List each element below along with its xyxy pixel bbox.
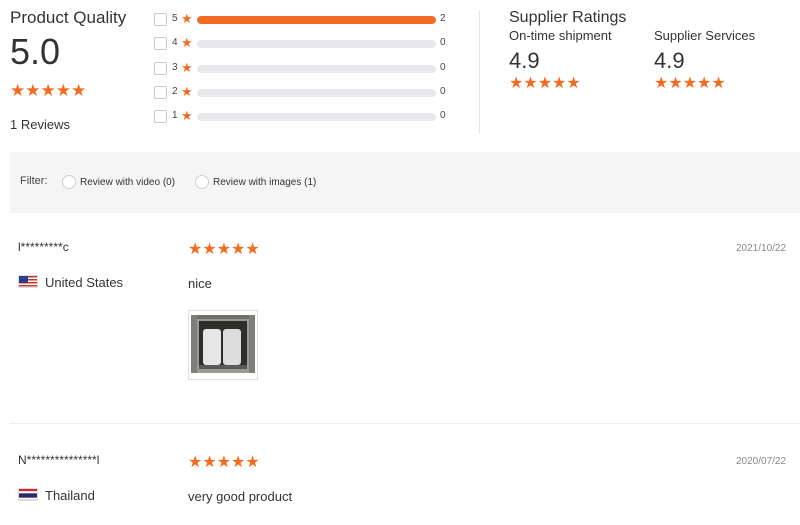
thailand-flag-icon [18,488,38,501]
rating-progress-bar [197,40,436,48]
container-photo-icon [189,311,257,379]
rating-row-1[interactable]: 1 ★ 0 [154,108,454,125]
supplier-ratings-title: Supplier Ratings [509,9,627,26]
star-icon: ★ [181,84,193,99]
rating-filter-checkbox[interactable] [154,62,167,75]
supplier-services-rating: Supplier Services 4.9 ★★★★★ [654,28,755,93]
rating-count: 0 [440,37,446,48]
rating-count: 2 [440,13,446,24]
supplier-rating-stars: ★★★★★ [509,75,581,92]
rating-star-number: 2 [172,86,178,97]
reviewer-country: Thailand [45,488,95,503]
supplier-rating-label: Supplier Services [654,28,756,43]
product-quality-stars: ★★★★★ [10,81,87,100]
review-date: 2020/07/22 [736,456,787,467]
us-flag-icon [18,275,38,288]
rating-filter-checkbox[interactable] [154,37,167,50]
rating-count: 0 [440,62,446,73]
supplier-rating-score: 4.9 [509,48,540,73]
rating-progress-bar [197,16,436,24]
rating-star-number: 1 [172,110,178,121]
reviewer-country: United States [45,275,124,290]
rating-row-5[interactable]: 5 ★ 2 [154,11,454,28]
product-quality-score: 5.0 [10,31,61,72]
review-text: nice [188,276,212,291]
star-icon: ★ [181,60,193,75]
supplier-rating-label: On-time shipment [509,28,612,43]
review-image-thumbnail[interactable] [188,310,258,380]
filter-images-option[interactable]: Review with images (1) [195,174,316,190]
rating-count: 0 [440,86,446,97]
rating-progress-bar [197,89,436,97]
rating-star-number: 3 [172,62,178,73]
rating-star-number: 4 [172,37,178,48]
rating-progress-bar [197,65,436,73]
thailand-flag-graphic [19,489,37,500]
review-stars: ★★★★★ [188,454,260,471]
rating-filter-checkbox[interactable] [154,86,167,99]
review-count: 1 Reviews [10,117,70,132]
radio-icon[interactable] [62,175,76,189]
reviewer-name: N***************l [18,453,100,467]
us-flag-graphic [19,276,37,287]
star-icon: ★ [181,108,193,123]
review-stars: ★★★★★ [188,241,260,258]
filter-option-label: Review with video (0) [80,176,176,188]
on-time-shipment-rating: On-time shipment 4.9 ★★★★★ [509,28,612,93]
rating-count: 0 [440,110,446,121]
star-icon: ★ [181,35,193,50]
rating-filter-checkbox[interactable] [154,110,167,123]
radio-icon[interactable] [195,175,209,189]
filter-video-option[interactable]: Review with video (0) [62,174,175,190]
review-date: 2021/10/22 [736,243,787,254]
vertical-divider [479,10,480,134]
rating-row-3[interactable]: 3 ★ 0 [154,60,454,77]
filter-bar: Filter: Review with video (0) Review wit… [10,152,800,213]
rating-row-4[interactable]: 4 ★ 0 [154,35,454,52]
reviewer-name: l*********c [18,240,69,254]
rating-filter-checkbox[interactable] [154,13,167,26]
star-icon: ★ [181,11,193,26]
review-divider [10,423,800,424]
rating-progress-fill [197,16,436,24]
filter-option-label: Review with images (1) [213,176,317,188]
filter-label: Filter: [20,175,48,187]
review-text: very good product [188,489,293,504]
supplier-rating-score: 4.9 [654,48,685,73]
rating-progress-bar [197,113,436,121]
rating-row-2[interactable]: 2 ★ 0 [154,84,454,101]
rating-star-number: 5 [172,13,178,24]
product-quality-title: Product Quality [10,8,127,27]
supplier-rating-stars: ★★★★★ [654,75,726,92]
